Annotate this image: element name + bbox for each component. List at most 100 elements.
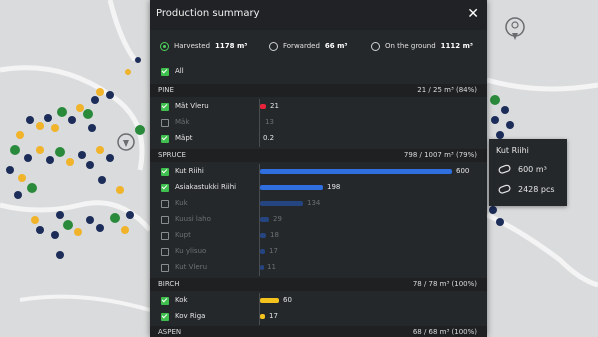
all-label: All [175, 67, 184, 75]
volume-bar [260, 217, 269, 222]
volume-value: 13 [265, 118, 274, 126]
section-pine: PINE 21 / 25 m³ (84%) [150, 84, 487, 97]
assortment-label: Kut Riihi [175, 167, 204, 175]
assortment-row[interactable]: Mät Vleru 21 [150, 99, 487, 115]
volume-value: 17 [269, 247, 278, 255]
volume-bar [260, 201, 303, 206]
volume-value: 17 [269, 312, 278, 320]
logs-icon [498, 184, 511, 194]
volume-value: 18 [270, 231, 279, 239]
tooltip-pieces: 2428 pcs [498, 184, 555, 194]
volume-value: 198 [327, 183, 341, 191]
checkbox-icon[interactable] [161, 248, 169, 256]
tooltip-title: Kut Riihi [496, 146, 529, 155]
section-name: ASPEN [158, 328, 182, 336]
assortment-row[interactable]: Ku ylisuo 17 [150, 244, 487, 260]
assortment-row[interactable]: Kupt 18 [150, 228, 487, 244]
volume-bar [260, 265, 264, 270]
checkbox-icon[interactable] [161, 232, 169, 240]
volume-value: 11 [267, 263, 276, 271]
volume-bar [260, 233, 266, 238]
checkbox-checked-icon[interactable] [161, 135, 169, 143]
mode-label: Harvested [174, 42, 211, 50]
section-name: BIRCH [158, 280, 180, 288]
map-marker-icon[interactable] [117, 133, 135, 151]
tooltip-pieces-value: 2428 pcs [518, 184, 555, 194]
section-birch: BIRCH 78 / 78 m³ (100%) [150, 278, 487, 291]
checkbox-icon[interactable] [161, 119, 169, 127]
checkbox-checked-icon[interactable] [161, 313, 169, 321]
volume-value: 600 [456, 167, 470, 175]
checkbox-checked-icon[interactable] [161, 103, 169, 111]
mode-value: 1178 m³ [215, 42, 248, 50]
assortment-row[interactable]: Kuusi laho 29 [150, 212, 487, 228]
assortment-label: Kok [175, 296, 188, 304]
all-toggle[interactable]: All [150, 64, 487, 80]
assortment-label: Mäpt [175, 134, 193, 142]
radio-selected-icon [160, 41, 169, 51]
mode-label: Forwarded [283, 42, 320, 50]
section-summary: 78 / 78 m³ (100%) [412, 280, 477, 288]
panel-title: Production summary [156, 8, 260, 19]
mode-on-the-ground[interactable]: On the ground 1112 m³ [371, 38, 473, 54]
checkbox-icon[interactable] [161, 264, 169, 272]
mode-label: On the ground [385, 42, 436, 50]
harvest-point-cluster[interactable] [6, 57, 145, 259]
checkbox-checked-icon[interactable] [161, 68, 169, 76]
assortment-row[interactable]: Kut Riihi 600 [150, 164, 487, 180]
radio-icon [371, 41, 380, 51]
section-spruce: SPRUCE 798 / 1007 m³ (79%) [150, 149, 487, 162]
assortment-label: Kov Riga [175, 312, 206, 320]
log-icon [498, 164, 511, 174]
section-name: SPRUCE [158, 151, 186, 159]
assortment-label: Kupt [175, 231, 191, 239]
assortment-label: Kuk [175, 199, 188, 207]
production-summary-panel: Production summary ✕ Harvested 1178 m³ F… [150, 0, 487, 337]
volume-bar [260, 314, 265, 319]
assortment-label: Mäk [175, 118, 190, 126]
volume-value: 134 [307, 199, 321, 207]
assortment-row[interactable]: Asiakastukki Riihi 198 [150, 180, 487, 196]
assortment-label: Kut Vleru [175, 263, 208, 271]
checkbox-checked-icon[interactable] [161, 168, 169, 176]
volume-bar [260, 104, 266, 109]
volume-bar [260, 169, 452, 174]
assortment-row[interactable]: Mäpt 0.2 [150, 131, 487, 147]
tooltip-volume-value: 600 m³ [518, 164, 547, 174]
checkbox-icon[interactable] [161, 216, 169, 224]
assortment-row[interactable]: Mäk 13 [150, 115, 487, 131]
volume-bar [260, 249, 265, 254]
section-summary: 68 / 68 m³ (100%) [412, 328, 477, 336]
panel-header: Production summary ✕ [150, 0, 487, 30]
volume-bar [260, 298, 279, 303]
assortment-row[interactable]: Kuk 134 [150, 196, 487, 212]
close-icon[interactable]: ✕ [467, 5, 479, 23]
assortment-label: Kuusi laho [175, 215, 211, 223]
section-name: PINE [158, 86, 174, 94]
checkbox-icon[interactable] [161, 200, 169, 208]
mode-value: 1112 m³ [440, 42, 473, 50]
volume-value: 0.2 [263, 134, 275, 142]
section-summary: 21 / 25 m³ (84%) [417, 86, 477, 94]
assortment-row[interactable]: Kut Vleru 11 [150, 260, 487, 276]
location-pin-icon[interactable] [505, 17, 525, 40]
checkbox-checked-icon[interactable] [161, 297, 169, 305]
assortment-label: Asiakastukki Riihi [175, 183, 237, 191]
volume-value: 60 [283, 296, 292, 304]
volume-value: 21 [270, 102, 279, 110]
section-aspen: ASPEN 68 / 68 m³ (100%) [150, 326, 487, 337]
assortment-row[interactable]: Kov Riga 17 [150, 309, 487, 325]
section-summary: 798 / 1007 m³ (79%) [403, 151, 477, 159]
assortment-label: Ku ylisuo [175, 247, 207, 255]
assortment-row[interactable]: Kok 60 [150, 293, 487, 309]
volume-value: 29 [273, 215, 282, 223]
assortment-tooltip: Kut Riihi 600 m³ 2428 pcs [489, 139, 567, 206]
mode-forwarded[interactable]: Forwarded 66 m³ [269, 38, 347, 54]
mode-value: 66 m³ [324, 42, 348, 50]
checkbox-checked-icon[interactable] [161, 184, 169, 192]
mode-harvested[interactable]: Harvested 1178 m³ [160, 38, 247, 54]
radio-icon [269, 41, 278, 51]
assortment-label: Mät Vleru [175, 102, 209, 110]
volume-bar [260, 185, 323, 190]
tooltip-volume: 600 m³ [498, 164, 547, 174]
